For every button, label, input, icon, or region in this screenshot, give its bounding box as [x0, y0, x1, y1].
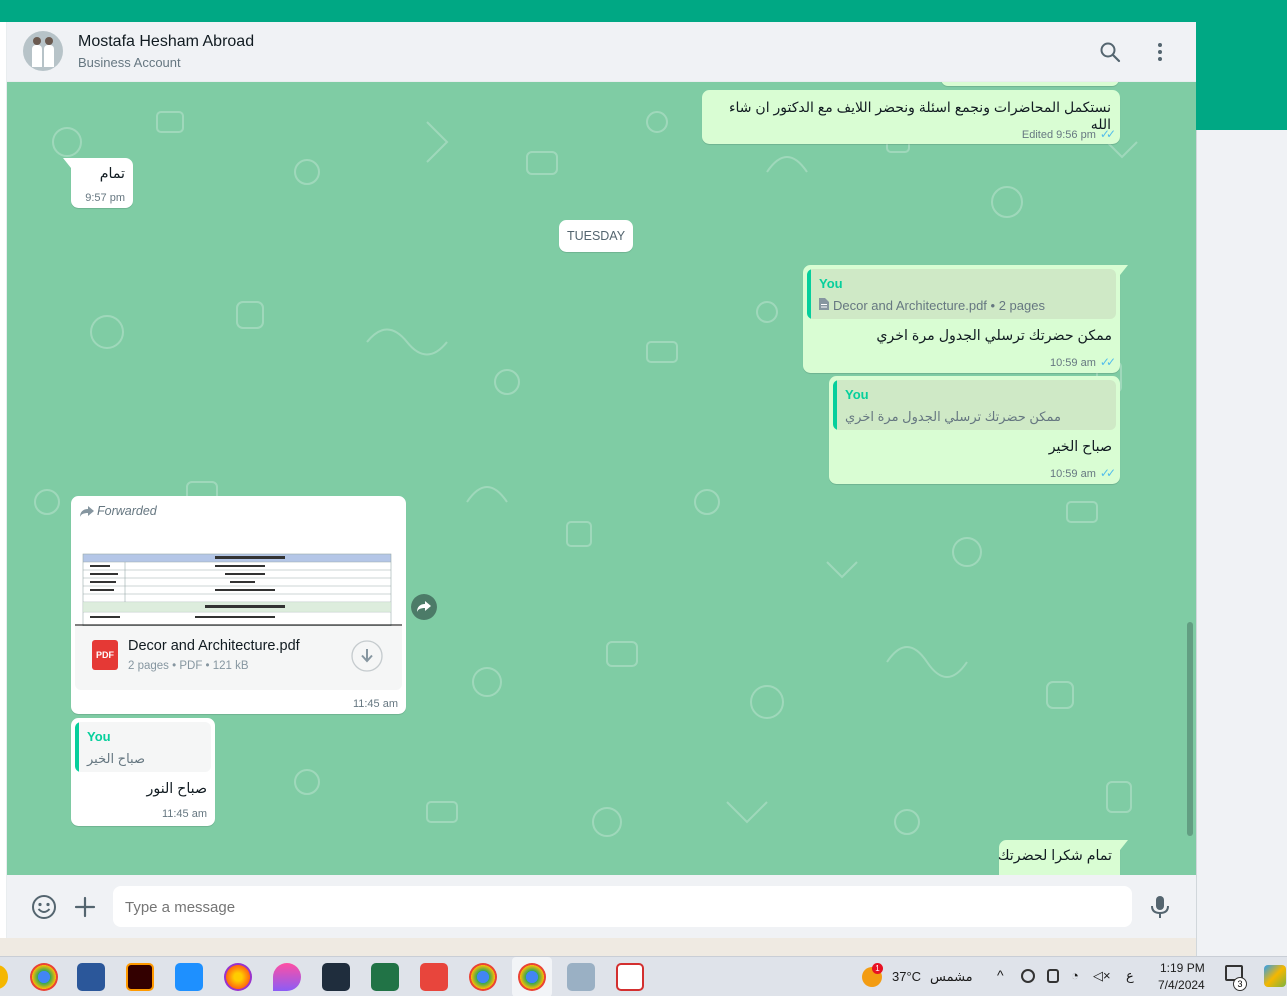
copilot-icon[interactable] — [1264, 965, 1286, 987]
camera-icon[interactable] — [1047, 969, 1059, 983]
message-bubble-incoming[interactable]: تمام 9:57 pm — [63, 158, 133, 208]
pdf-file-icon: PDF — [92, 640, 118, 670]
chrome-profile-icon[interactable] — [469, 963, 497, 991]
message-text: ممكن حضرتك ترسلي الجدول مرة اخري — [876, 328, 1112, 344]
message-bubble-outgoing-reply[interactable]: You ممكن حضرتك ترسلي الجدول مرة اخري صبا… — [829, 376, 1120, 484]
clock-date[interactable]: 7/4/2024 — [1158, 978, 1205, 992]
firefox-icon[interactable] — [224, 963, 252, 991]
acrobat-icon[interactable] — [616, 963, 644, 991]
quoted-document[interactable]: You Decor and Architecture.pdf • 2 pages — [807, 269, 1116, 319]
chrome-icon[interactable] — [30, 963, 58, 991]
message-composer — [7, 875, 1196, 938]
message-bubble-outgoing[interactable]: نستكمل المحاضرات ونجمع اسئلة ونحضر اللاي… — [702, 90, 1120, 144]
message-time: 11:45 am — [352, 698, 398, 710]
forward-message-icon[interactable] — [411, 594, 437, 620]
record-icon[interactable] — [1021, 969, 1035, 983]
scanner-app-icon[interactable] — [567, 963, 595, 991]
read-ticks-icon: ✓✓ — [1099, 466, 1116, 480]
day-separator: TUESDAY — [559, 220, 633, 252]
weather-badge: 1 — [872, 963, 883, 974]
search-icon[interactable] — [1098, 40, 1122, 64]
whatsapp-chat-window: Mostafa Hesham Abroad Business Account ن… — [7, 22, 1196, 938]
weather-condition[interactable]: مشمس — [930, 969, 973, 985]
emoji-icon[interactable] — [31, 894, 57, 920]
message-bubble-partial[interactable] — [941, 82, 1119, 86]
notification-count: 3 — [1233, 977, 1247, 991]
message-input-box[interactable] — [113, 886, 1132, 927]
drop-app-icon[interactable] — [273, 963, 301, 991]
message-text: تمام — [99, 166, 125, 182]
message-input[interactable] — [125, 895, 1115, 919]
quote-text: ممكن حضرتك ترسلي الجدول مرة اخري — [845, 409, 1061, 424]
message-bubble-incoming-document[interactable]: Forwarded PDF Decor and Architecture.pdf… — [71, 496, 406, 714]
message-bubble-outgoing[interactable]: تمام شكرا لحضرتك — [997, 840, 1128, 875]
app-right-accent-strip — [1196, 22, 1287, 130]
taskbar-app-icon[interactable] — [0, 965, 8, 989]
background-panel — [1196, 130, 1287, 956]
document-file-meta: 2 pages • PDF • 121 kB — [128, 660, 249, 672]
chat-header[interactable]: Mostafa Hesham Abroad Business Account — [7, 22, 1196, 82]
windows-taskbar: 1 37°C مشمس ^ ◔ ◁× ع 1:19 PM 7/4/2024 3 — [0, 956, 1287, 996]
forwarded-icon — [80, 506, 94, 517]
message-text: صباح الخير — [1048, 439, 1112, 455]
message-text: صباح النور — [146, 781, 207, 797]
quote-author: You — [87, 729, 111, 744]
quote-author: You — [845, 387, 869, 402]
illustrator-icon[interactable] — [126, 963, 154, 991]
pdf-preview-image — [75, 553, 402, 626]
message-list-scrollbar[interactable] — [1187, 622, 1193, 836]
document-thumbnail[interactable] — [75, 526, 402, 626]
contact-avatar[interactable] — [23, 31, 63, 71]
document-icon — [819, 298, 829, 310]
forwarded-label: Forwarded — [97, 504, 157, 518]
anydesk-icon[interactable] — [420, 963, 448, 991]
read-ticks-icon: ✓✓ — [1099, 355, 1116, 369]
word-icon[interactable] — [77, 963, 105, 991]
wifi-icon[interactable]: ◔ — [1071, 968, 1079, 983]
quoted-message[interactable]: You ممكن حضرتك ترسلي الجدول مرة اخري — [833, 380, 1116, 430]
chat-list-edge — [0, 22, 7, 938]
document-file-name: Decor and Architecture.pdf — [128, 638, 300, 654]
quoted-message[interactable]: You صباح الخير — [75, 722, 211, 772]
input-language[interactable]: ع — [1126, 968, 1134, 984]
message-time: 11:45 am — [161, 808, 207, 820]
clock-time[interactable]: 1:19 PM — [1160, 961, 1205, 975]
microphone-icon[interactable] — [1148, 894, 1172, 920]
app-top-accent-strip — [0, 0, 1287, 22]
volume-muted-icon[interactable]: ◁× — [1093, 968, 1111, 984]
editor-app-icon[interactable] — [322, 963, 350, 991]
contact-subtitle: Business Account — [78, 55, 181, 70]
message-time: 10:59 am ✓✓ — [1050, 466, 1116, 480]
menu-icon[interactable] — [1148, 40, 1172, 64]
message-text: تمام شكرا لحضرتك — [997, 848, 1112, 864]
download-icon[interactable] — [351, 640, 383, 672]
message-list[interactable]: نستكمل المحاضرات ونجمع اسئلة ونحضر اللاي… — [7, 82, 1196, 875]
excel-icon[interactable] — [371, 963, 399, 991]
message-bubble-incoming-reply[interactable]: You صباح الخير صباح النور 11:45 am — [71, 718, 215, 826]
message-bubble-outgoing-reply[interactable]: You Decor and Architecture.pdf • 2 pages… — [803, 265, 1128, 373]
message-time: Edited 9:56 pm ✓✓ — [1021, 127, 1116, 141]
document-card[interactable]: PDF Decor and Architecture.pdf 2 pages •… — [75, 626, 402, 690]
chrome-active-icon[interactable] — [518, 963, 546, 991]
photos-icon[interactable] — [175, 963, 203, 991]
quote-document-info: Decor and Architecture.pdf • 2 pages — [833, 298, 1045, 313]
chevron-up-icon[interactable]: ^ — [997, 967, 1004, 983]
weather-temperature[interactable]: 37°C — [892, 969, 921, 984]
attach-plus-icon[interactable] — [73, 895, 97, 919]
quote-text: صباح الخير — [87, 751, 145, 766]
message-time: 9:57 pm — [85, 192, 125, 204]
read-ticks-icon: ✓✓ — [1099, 127, 1116, 141]
quote-author: You — [819, 276, 843, 291]
message-time: 10:59 am ✓✓ — [1050, 355, 1116, 369]
contact-name[interactable]: Mostafa Hesham Abroad — [78, 33, 254, 51]
